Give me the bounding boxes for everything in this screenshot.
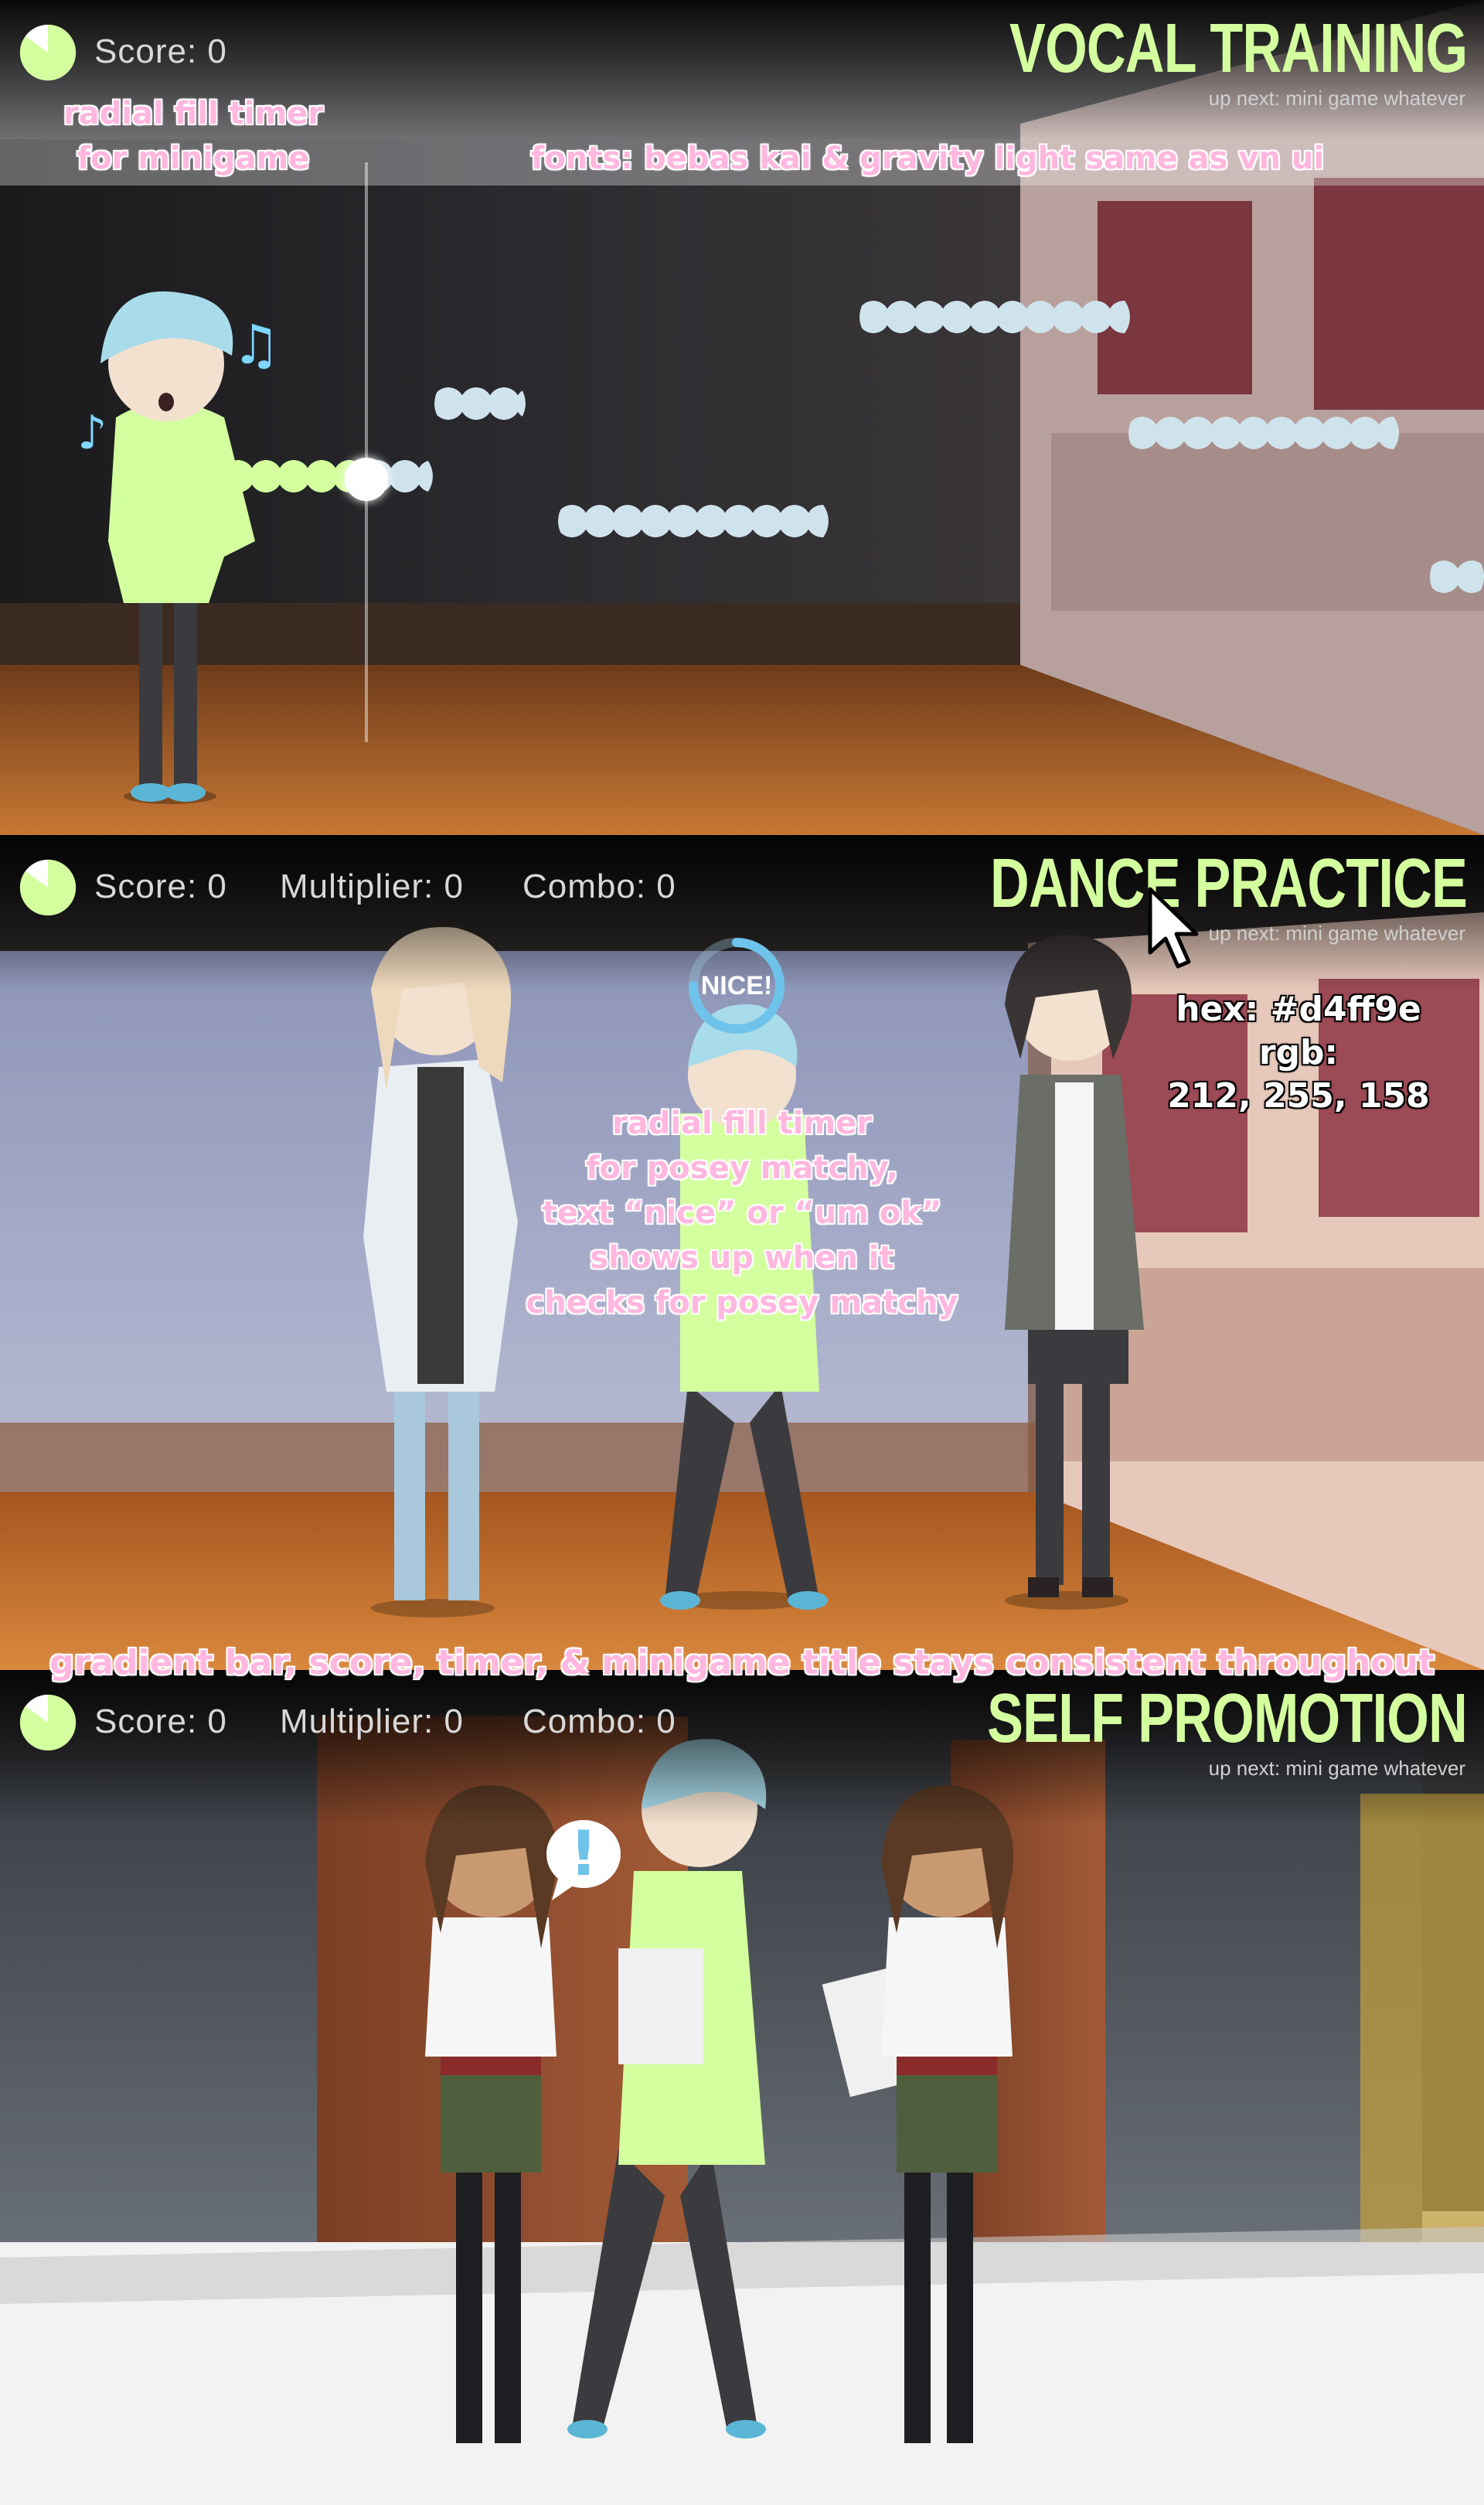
pitch-cursor (345, 458, 388, 501)
speech-bubble: ! (541, 1817, 626, 1902)
multiplier-label: Multiplier: 0 (280, 867, 464, 905)
combo-label: Combo: 0 (522, 1702, 676, 1740)
multiplier-label: Multiplier: 0 (280, 1702, 464, 1740)
annotation-color: hex: #d4ff9e rgb: 212, 255, 158 (1167, 990, 1430, 1116)
note-block (558, 493, 829, 549)
score-label: Score: 0 (94, 1702, 227, 1740)
annotation-fonts: fonts: bebas kai & gravity light same as… (530, 141, 1325, 176)
up-next-label: up next: mini game whatever (1208, 922, 1465, 945)
minigame-title: VOCAL TRAINING (1009, 10, 1468, 87)
score-label: Score: 0 (94, 867, 227, 905)
score-label: Score: 0 (94, 32, 227, 70)
radial-timer (19, 24, 77, 81)
posey-match-badge: NICE! (686, 936, 787, 1036)
annotation-dance: radial fill timer for posey matchy, text… (526, 1106, 958, 1321)
sung-note-trail (224, 448, 363, 504)
up-next-label: up next: mini game whatever (1208, 1757, 1465, 1780)
vocal-training-panel: ♪ ♫ Score: 0 VOCAL TRAINING up next: min… (0, 0, 1484, 835)
minigame-title: DANCE PRACTICE (989, 845, 1468, 922)
svg-text:♪: ♪ (77, 406, 107, 460)
note-block (434, 376, 526, 431)
dance-practice-panel: Score: 0 Multiplier: 0 Combo: 0 DANCE PR… (0, 835, 1484, 1670)
svg-text:♫: ♫ (232, 313, 281, 377)
annotation-timer: radial fill timer for minigame (63, 96, 324, 176)
cursor-arrow-icon (1147, 886, 1201, 971)
radial-timer (19, 1694, 77, 1751)
minigame-title: SELF PROMOTION (987, 1680, 1468, 1757)
exclamation-icon: ! (569, 1818, 598, 1890)
nice-label: NICE! (700, 971, 773, 1000)
annotation-consistency: gradient bar, score, timer, & minigame t… (49, 1643, 1435, 1682)
note-block (1128, 405, 1399, 461)
note-block (859, 289, 1130, 345)
note-block (1430, 549, 1484, 605)
up-next-label: up next: mini game whatever (1208, 87, 1465, 110)
self-promotion-panel: ! Score: 0 Multiplier: 0 Combo: 0 SELF P… (0, 1670, 1484, 2505)
radial-timer (19, 859, 77, 916)
combo-label: Combo: 0 (522, 867, 676, 905)
